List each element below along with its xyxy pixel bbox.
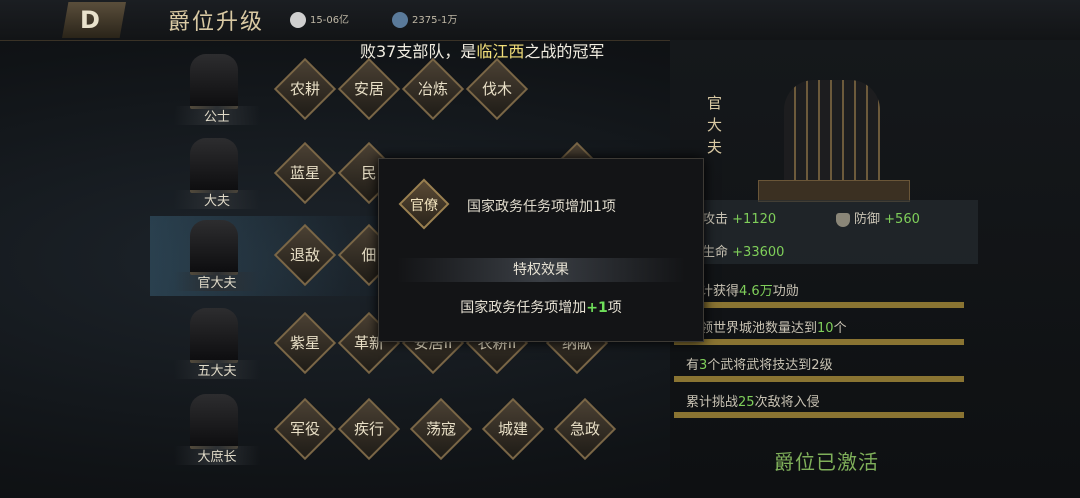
stat-defense: 防御 +560	[836, 208, 920, 227]
rank-row-dashuzhang[interactable]: 大庶长 军役 疾行 荡寇 城建 急政	[150, 390, 650, 470]
perk-badge[interactable]: 蓝星	[273, 141, 337, 205]
hat-icon	[190, 394, 238, 449]
perk-badge[interactable]: 退敌	[273, 223, 337, 287]
gold-amount: 2375-1万	[412, 15, 458, 26]
top-bar: D 爵位升级 15-06亿 2375-1万	[0, 0, 1080, 41]
privilege-effect: 国家政务任务项增加+1项	[460, 300, 622, 316]
hat-icon	[190, 220, 238, 275]
perk-badge[interactable]: 伐木	[465, 57, 529, 121]
rank-activated-status: 爵位已激活	[774, 450, 879, 474]
rank-name: 大庶长	[174, 446, 260, 465]
condition-item: 计获得4.6万功勋	[700, 284, 799, 299]
privilege-section-title: 特权效果	[397, 258, 685, 282]
rank-name: 官大夫	[174, 272, 260, 291]
back-button[interactable]: D	[62, 2, 126, 38]
perk-badge[interactable]: 急政	[553, 397, 617, 461]
perk-badge[interactable]: 荡寇	[409, 397, 473, 461]
perk-badge[interactable]: 疾行	[337, 397, 401, 461]
privilege-badge: 官僚	[398, 178, 450, 230]
hat-stand	[758, 180, 910, 202]
perk-badge[interactable]: 农耕	[273, 57, 337, 121]
privilege-popup: 官僚 国家政务任务项增加1项 特权效果 国家政务任务项增加+1项	[378, 158, 704, 342]
perk-badge[interactable]: 城建	[481, 397, 545, 461]
gold-resource: 2375-1万	[392, 11, 457, 28]
stat-attack: 攻击 +1120	[702, 212, 777, 227]
progress-bar	[674, 412, 964, 418]
condition-item: 有3个武将武将技达到2级	[686, 358, 833, 373]
condition-item: 领世界城池数量达到10个	[700, 321, 847, 336]
silver-icon	[290, 12, 306, 28]
shield-icon	[836, 212, 850, 227]
perk-badge[interactable]: 紫星	[273, 311, 337, 375]
globe-icon	[392, 12, 408, 28]
rank-name: 大夫	[174, 190, 260, 209]
hat-icon	[190, 138, 238, 193]
perk-badge[interactable]: 军役	[273, 397, 337, 461]
hat-icon	[190, 308, 238, 363]
page-title: 爵位升级	[168, 10, 265, 35]
detail-rank-name: 官大夫	[707, 94, 723, 156]
perk-badge[interactable]: 安居	[337, 57, 401, 121]
progress-bar	[674, 302, 964, 308]
condition-item: 累计挑战25次敌将入侵	[686, 395, 820, 410]
silver-amount: 15-06亿	[310, 15, 350, 26]
progress-bar	[674, 339, 964, 345]
perk-badge[interactable]: 冶炼	[401, 57, 465, 121]
silver-resource: 15-06亿	[290, 11, 349, 28]
rank-name: 五大夫	[174, 360, 260, 379]
progress-bar	[674, 376, 964, 382]
rank-row-gongshi[interactable]: 公士 农耕 安居 冶炼 伐木	[150, 50, 650, 130]
stat-hp: 生命 +33600	[702, 245, 785, 260]
hat-icon	[190, 54, 238, 109]
back-icon: D	[80, 6, 100, 34]
privilege-description: 国家政务任务项增加1项	[467, 199, 616, 215]
rank-hat-image	[784, 80, 880, 190]
rank-name: 公士	[174, 106, 260, 125]
